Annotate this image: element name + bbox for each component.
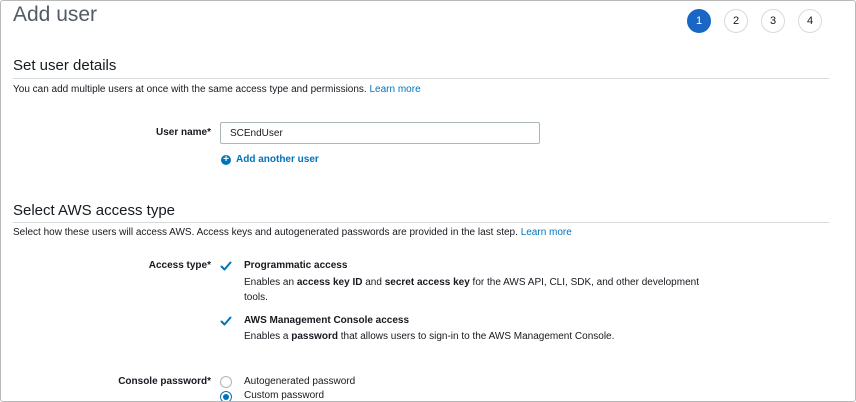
console-access-title: AWS Management Console access: [244, 315, 410, 326]
section-heading-access-type: Select AWS access type: [13, 202, 176, 219]
custom-password-radio[interactable]: [220, 391, 232, 401]
add-another-user-label: Add another user: [236, 154, 319, 165]
divider: [13, 222, 829, 223]
divider: [13, 78, 829, 79]
section-description: You can add multiple users at once with …: [13, 84, 421, 95]
page-title: Add user: [13, 3, 98, 26]
learn-more-link[interactable]: Learn more: [521, 227, 572, 238]
console-password-label: Console password*: [118, 376, 211, 387]
programmatic-access-title: Programmatic access: [244, 260, 348, 271]
console-access-description: Enables a password that allows users to …: [244, 331, 615, 342]
plus-circle-icon: +: [221, 154, 231, 165]
user-name-input[interactable]: [220, 122, 540, 144]
learn-more-link[interactable]: Learn more: [370, 84, 421, 95]
autogenerated-password-label: Autogenerated password: [244, 376, 356, 387]
section-heading-user-details: Set user details: [13, 57, 117, 74]
autogenerated-password-radio[interactable]: [220, 376, 232, 388]
step-4[interactable]: 4: [798, 9, 822, 33]
custom-password-label: Custom password: [244, 390, 325, 401]
user-name-label: User name*: [155, 127, 211, 138]
section-description: Select how these users will access AWS. …: [13, 227, 572, 238]
step-3[interactable]: 3: [761, 9, 785, 33]
programmatic-access-checkbox[interactable]: [220, 260, 232, 272]
step-1[interactable]: 1: [687, 9, 711, 33]
description-text: Select how these users will access AWS. …: [13, 227, 518, 238]
console-access-checkbox[interactable]: [220, 315, 232, 327]
description-text: You can add multiple users at once with …: [13, 84, 367, 95]
add-another-user-link[interactable]: + Add another user: [221, 154, 319, 165]
access-type-label: Access type*: [148, 260, 211, 271]
programmatic-access-description: Enables an access key ID and secret acce…: [244, 277, 699, 303]
step-2[interactable]: 2: [724, 9, 748, 33]
add-user-panel: Add user 1 2 3 4 Set user details You ca…: [0, 0, 856, 402]
